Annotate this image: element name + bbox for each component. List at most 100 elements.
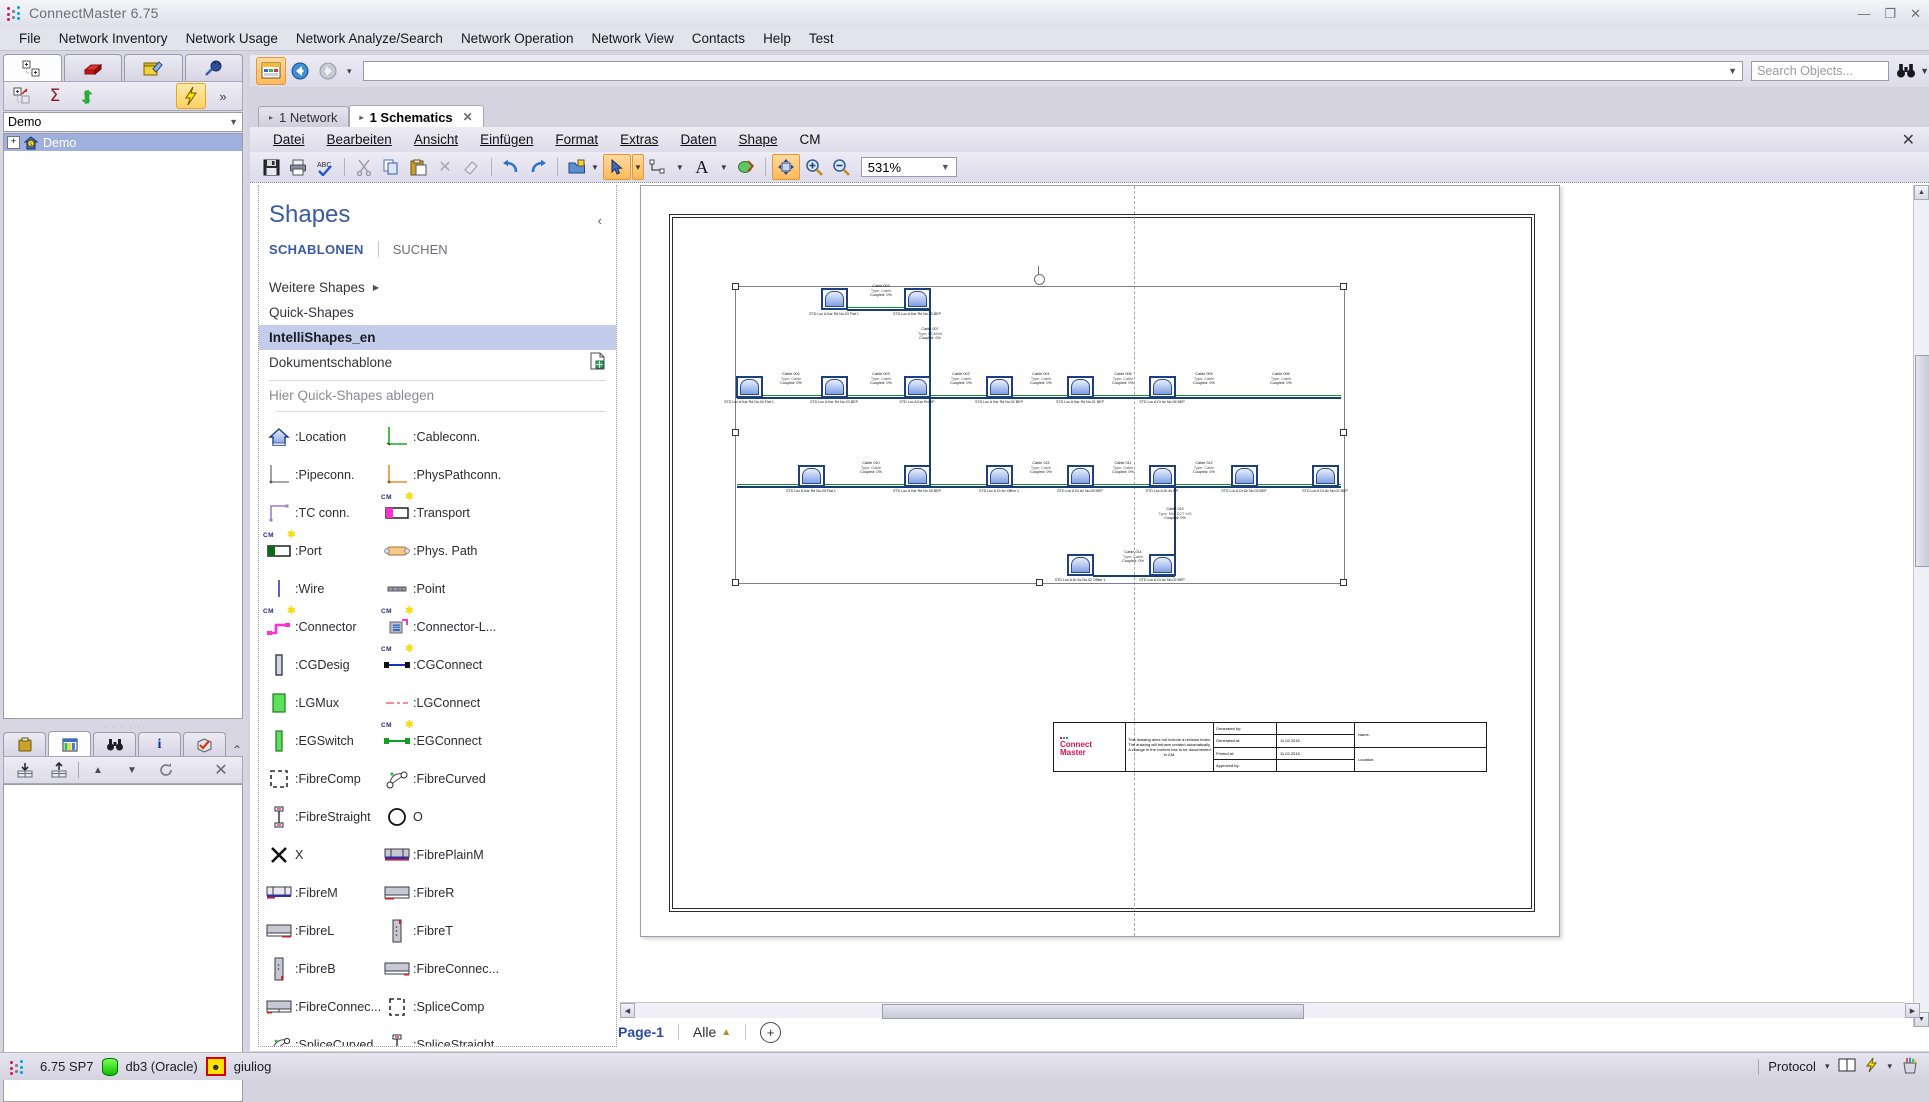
- all-pages-button[interactable]: Alle ▲: [693, 1024, 731, 1040]
- tab-suchen[interactable]: SUCHEN: [393, 242, 448, 257]
- menu-item-network-operation[interactable]: Network Operation: [452, 28, 583, 49]
- tree-item-demo[interactable]: + S Demo: [4, 134, 242, 151]
- shape-item-lgmux[interactable]: :LGMux: [265, 684, 383, 722]
- horizontal-scroll-thumb[interactable]: [882, 1004, 1304, 1019]
- tab-tools[interactable]: [124, 54, 183, 82]
- diagram-node[interactable]: [986, 376, 1013, 398]
- tab-1-network[interactable]: ▸ 1 Network: [258, 106, 349, 128]
- move-up-icon[interactable]: ▲: [83, 757, 113, 783]
- stencil-row-quick-shapes[interactable]: Quick-Shapes: [259, 300, 616, 325]
- shape-item-fibrer[interactable]: :FibreR: [383, 874, 501, 912]
- menu-format[interactable]: Format: [544, 130, 609, 149]
- search-input[interactable]: Search Objects...: [1751, 61, 1890, 81]
- scope-combobox[interactable]: Demo ▼: [3, 112, 243, 132]
- diagram-node[interactable]: [821, 288, 848, 310]
- scroll-left-button[interactable]: ◀: [620, 1003, 635, 1018]
- move-down-icon[interactable]: ▼: [117, 757, 147, 783]
- selection-handle[interactable]: [1340, 429, 1347, 436]
- menu-cm[interactable]: CM: [789, 130, 832, 149]
- cable-label[interactable]: Cable 003 Type: Cable Coupled: 0%: [870, 372, 892, 386]
- paste-button[interactable]: [405, 155, 431, 179]
- pointer-dropdown-icon[interactable]: ▼: [631, 154, 644, 180]
- shape-item-port[interactable]: CM ✱:Port: [263, 530, 383, 570]
- selection-handle[interactable]: [1340, 283, 1347, 290]
- page-tab-page-1[interactable]: Page-1: [618, 1024, 664, 1040]
- menu-datei[interactable]: Datei: [262, 130, 316, 149]
- shape-item-fibret[interactable]: :FibreT: [383, 912, 501, 950]
- selection-handle[interactable]: [732, 429, 739, 436]
- menu-einfuegen[interactable]: Einfügen: [469, 130, 544, 149]
- close-schematics-icon[interactable]: ✕: [1902, 130, 1915, 150]
- scroll-up-button[interactable]: ▲: [1914, 185, 1929, 200]
- canvas-vertical-scrollbar[interactable]: ▲ ▼: [1913, 185, 1929, 1027]
- refresh-detail-icon[interactable]: [151, 757, 181, 783]
- shape-item-fibrecomp[interactable]: :FibreComp: [265, 760, 383, 798]
- export-icon[interactable]: [44, 757, 74, 783]
- tab-cables[interactable]: [63, 54, 122, 82]
- panel-splitter[interactable]: · · · · ·: [3, 723, 243, 731]
- cable-label[interactable]: Cable 005 Type: Cable Coupled: 0%: [1193, 372, 1215, 386]
- shape-item-cableconn[interactable]: :Cableconn.: [383, 418, 501, 456]
- stencil-row-weitere-shapes[interactable]: Weitere Shapes ▶: [259, 275, 616, 300]
- text-tool-button[interactable]: A: [689, 155, 715, 179]
- cable-label[interactable]: Cable 013 Type: Mini DCT InG Coupled: 0%: [1158, 507, 1191, 521]
- shape-item-egswitch[interactable]: :EGSwitch: [265, 722, 383, 760]
- tab-clipboard[interactable]: [3, 732, 46, 757]
- cable-label[interactable]: Cable 012 Type: Cable Coupled: 0%: [1193, 461, 1215, 475]
- copy-button[interactable]: [378, 155, 404, 179]
- shape-item-location[interactable]: :Location: [265, 418, 383, 456]
- cable-label[interactable]: Cable 011 Type: Cable Coupled: 0%: [1112, 461, 1134, 475]
- menu-item-network-usage[interactable]: Network Usage: [177, 28, 287, 49]
- back-icon[interactable]: [286, 58, 314, 84]
- text-dropdown-icon[interactable]: ▼: [716, 163, 732, 172]
- diagram-node[interactable]: [1149, 554, 1176, 576]
- diagram-node[interactable]: [1312, 465, 1339, 487]
- selection-handle[interactable]: [1036, 579, 1043, 586]
- tree-expander-icon[interactable]: +: [7, 136, 20, 149]
- more-icon[interactable]: »: [208, 83, 238, 109]
- zoom-in-button[interactable]: [801, 155, 827, 179]
- tab-info[interactable]: i: [138, 732, 181, 757]
- cable-label[interactable]: Cable 010 Type: Cable Coupled: 0%: [860, 461, 882, 475]
- open-file-button[interactable]: [564, 155, 590, 179]
- menu-item-help[interactable]: Help: [754, 28, 800, 49]
- schematics-view-icon[interactable]: [256, 57, 286, 85]
- tab-1-schematics[interactable]: ▸ 1 Schematics ✕: [348, 105, 484, 128]
- print-button[interactable]: [285, 155, 311, 179]
- diagram-node[interactable]: [798, 465, 825, 487]
- drawing-canvas[interactable]: STD Loc A Kar Rd No.03 Flat 1 STD Loc A K…: [620, 185, 1920, 1047]
- tools-cup-icon[interactable]: [1901, 1057, 1919, 1077]
- protocol-button[interactable]: Protocol: [1768, 1059, 1816, 1074]
- cable-label[interactable]: Cable 006 Type: Cable Coupled: 0%: [1112, 372, 1134, 386]
- zoom-out-button[interactable]: [828, 155, 854, 179]
- cable-label[interactable]: Cable 004 Type: Cable Coupled: 0%: [780, 372, 802, 386]
- selection-handle[interactable]: [732, 579, 739, 586]
- selection-handle[interactable]: [732, 283, 739, 290]
- menu-item-network-analyze-search[interactable]: Network Analyze/Search: [287, 28, 452, 49]
- tab-table[interactable]: [48, 731, 91, 757]
- tab-close-icon[interactable]: ✕: [463, 110, 473, 124]
- diagram-node[interactable]: [904, 465, 931, 487]
- shape-item-cgconnect[interactable]: CM ✱:CGConnect: [381, 644, 501, 684]
- cable-label[interactable]: Cable 002 Type: Cable Coupled: 0%: [950, 372, 972, 386]
- stencil-row-intellishapes-en[interactable]: IntelliShapes_en: [259, 325, 616, 350]
- tab-check[interactable]: [183, 732, 226, 757]
- cable-label[interactable]: Cable 003 Type: Cable Coupled: 0%: [870, 284, 892, 298]
- cable-label[interactable]: Cable 007 Type: PCM/Int Coupled: 0%: [918, 327, 942, 341]
- zoom-level-combobox[interactable]: 531% ▼: [860, 157, 957, 177]
- menu-item-file[interactable]: File: [10, 28, 50, 49]
- shape-item-egconnect[interactable]: CM ✱:EGConnect: [381, 720, 501, 760]
- diagram-node[interactable]: [1067, 465, 1094, 487]
- minimize-button[interactable]: —: [1857, 7, 1870, 20]
- vertical-scroll-thumb[interactable]: [1915, 355, 1929, 567]
- shape-item-connector-l[interactable]: CM ✱:Connector-L...: [381, 606, 501, 646]
- shape-item-fibrel[interactable]: :FibreL: [265, 912, 383, 950]
- shape-item-wire[interactable]: :Wire: [265, 570, 383, 608]
- shape-item-fibrecurved[interactable]: :FibreCurved: [383, 760, 501, 798]
- menu-ansicht[interactable]: Ansicht: [403, 130, 469, 149]
- stencil-row-dokumentschablone[interactable]: Dokumentschablone: [259, 350, 616, 375]
- history-dropdown-icon[interactable]: ▾: [342, 66, 357, 77]
- shape-item-connector[interactable]: CM ✱:Connector: [263, 606, 383, 646]
- spellcheck-button[interactable]: ABC: [312, 155, 338, 179]
- tab-inventory[interactable]: [3, 54, 62, 83]
